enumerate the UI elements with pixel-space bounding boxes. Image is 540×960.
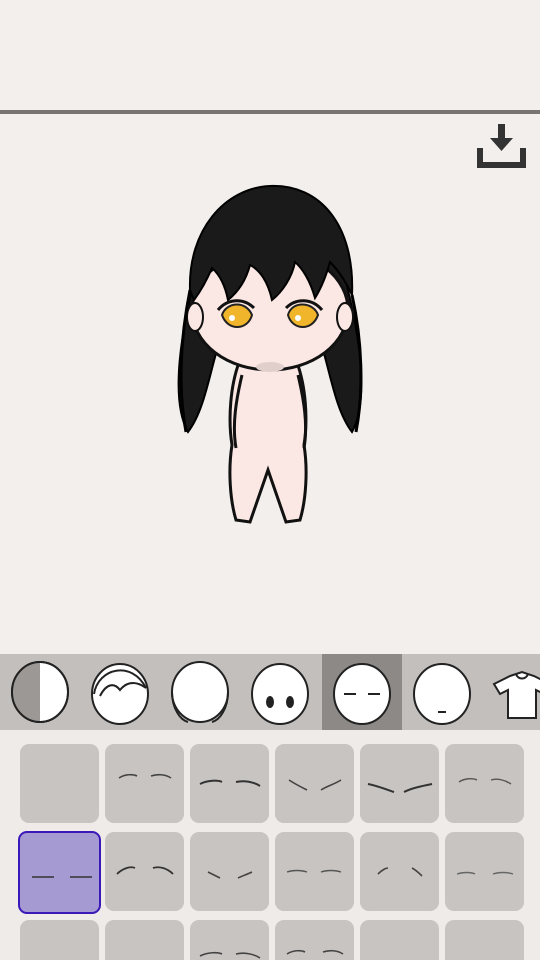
eyebrow-style-icon bbox=[118, 773, 172, 779]
eyebrow-option[interactable] bbox=[190, 744, 269, 823]
eyebrow-style-icon bbox=[367, 783, 433, 793]
eyebrow-style-icon bbox=[377, 867, 423, 877]
eyebrow-option[interactable] bbox=[360, 744, 439, 823]
eyebrow-style-icon bbox=[116, 866, 174, 875]
eyebrow-style-icon bbox=[456, 871, 514, 875]
eyebrow-style-icon bbox=[207, 871, 253, 879]
eyebrow-option[interactable] bbox=[445, 920, 524, 960]
eyebrow-option-selected[interactable] bbox=[18, 831, 101, 914]
category-bar bbox=[0, 654, 540, 730]
eyebrow-option[interactable] bbox=[105, 832, 184, 911]
tab-mouth[interactable] bbox=[402, 654, 482, 730]
eyebrow-option[interactable] bbox=[190, 832, 269, 911]
tab-hair[interactable] bbox=[80, 654, 160, 730]
tab-eyes[interactable] bbox=[240, 654, 320, 730]
eyebrow-style-icon bbox=[32, 876, 92, 878]
hair-outline-icon bbox=[91, 663, 149, 725]
eyebrow-option[interactable] bbox=[445, 832, 524, 911]
top-bar bbox=[0, 0, 540, 110]
eyebrow-option-none[interactable] bbox=[20, 744, 99, 823]
eyebrow-style-icon bbox=[199, 951, 261, 959]
eyebrow-option[interactable] bbox=[275, 744, 354, 823]
tab-face-shape[interactable] bbox=[0, 654, 80, 730]
eyebrow-style-icon bbox=[288, 779, 342, 791]
eyebrow-style-icon bbox=[286, 949, 344, 955]
eyebrow-style-icon bbox=[199, 779, 261, 787]
character-preview bbox=[150, 170, 390, 540]
eyebrow-option[interactable] bbox=[190, 920, 269, 960]
download-icon bbox=[477, 124, 526, 168]
eyebrow-option[interactable] bbox=[445, 744, 524, 823]
eyebrow-style-icon bbox=[458, 777, 512, 785]
eyebrow-option[interactable] bbox=[275, 832, 354, 911]
tab-eyebrows[interactable] bbox=[322, 654, 402, 730]
eyebrow-option[interactable] bbox=[360, 920, 439, 960]
eyes-face-icon bbox=[251, 663, 309, 725]
eyebrows-face-icon bbox=[333, 663, 391, 725]
eyebrow-options-grid bbox=[0, 730, 540, 960]
mouth-face-icon bbox=[413, 663, 471, 725]
back-hair-icon bbox=[171, 661, 229, 723]
eyebrow-style-icon bbox=[286, 869, 342, 873]
tab-back-hair[interactable] bbox=[160, 654, 240, 730]
eyebrow-option[interactable] bbox=[360, 832, 439, 911]
eyebrow-option[interactable] bbox=[105, 744, 184, 823]
tshirt-icon bbox=[492, 670, 540, 719]
download-button[interactable] bbox=[472, 120, 530, 174]
tab-clothes[interactable] bbox=[482, 654, 540, 730]
eyebrow-option[interactable] bbox=[105, 920, 184, 960]
eyebrow-option[interactable] bbox=[275, 920, 354, 960]
half-shaded-head-icon bbox=[11, 661, 69, 723]
eyebrow-option[interactable] bbox=[20, 920, 99, 960]
